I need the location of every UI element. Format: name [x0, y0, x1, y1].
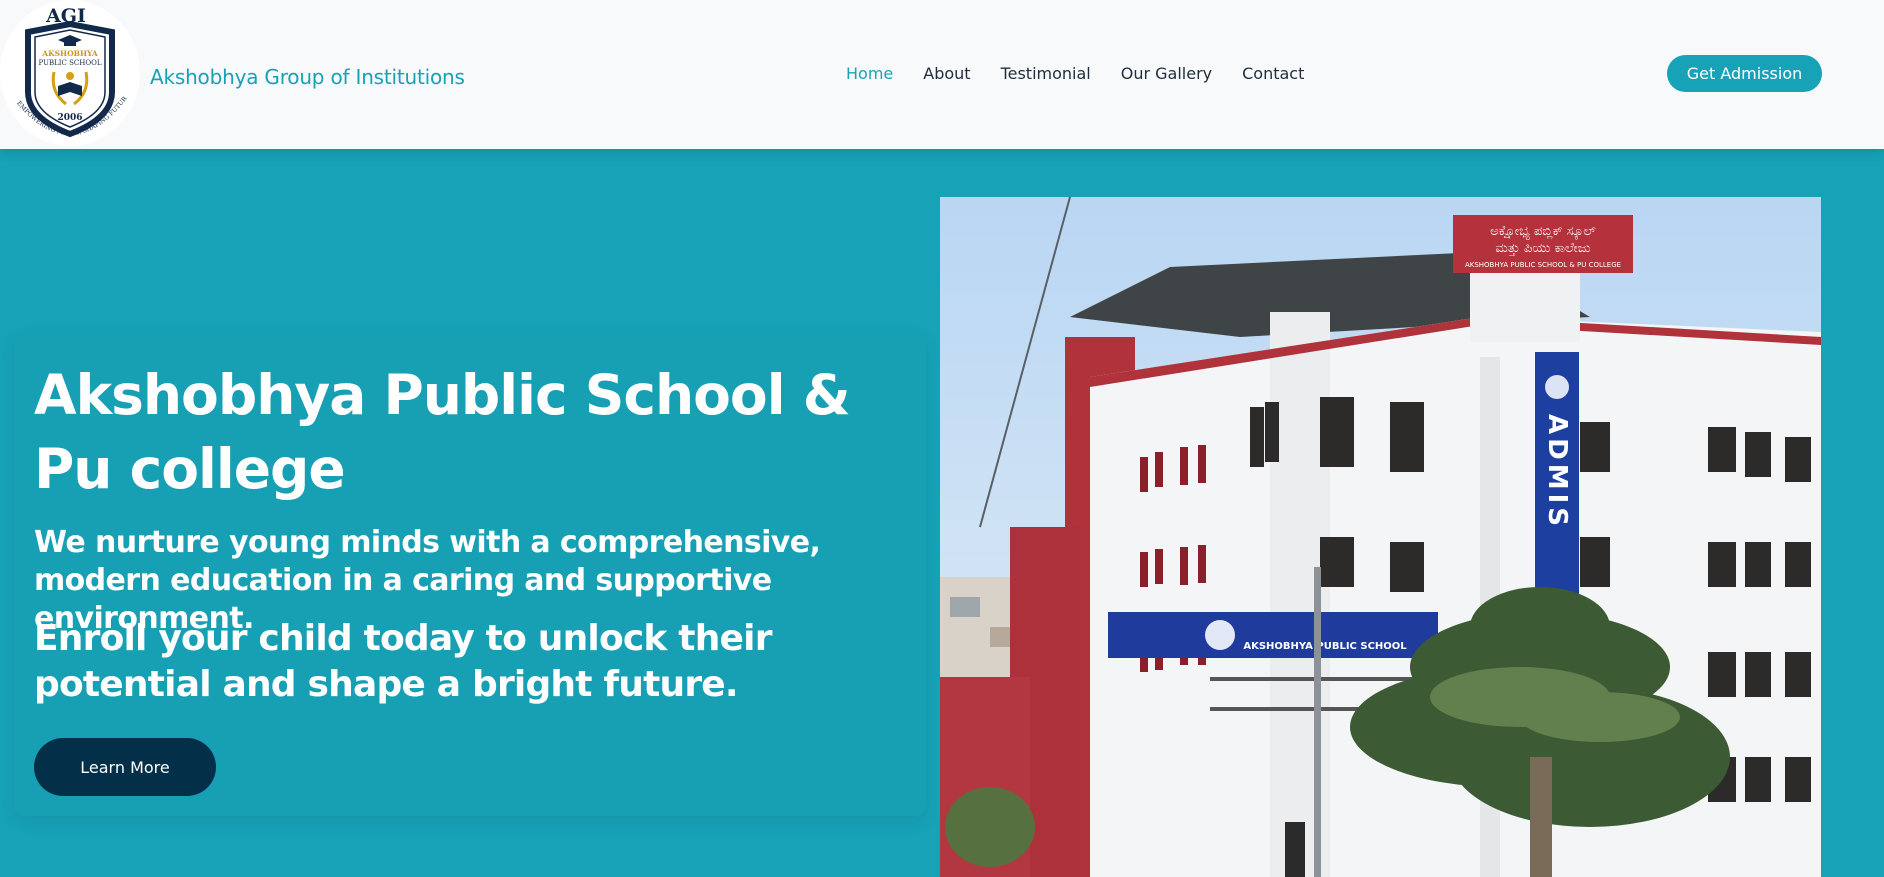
- nav-home[interactable]: Home: [846, 64, 893, 83]
- site-header: AGI AKSHOBHYA PUBLIC SCHOOL 2006 EMPOWER…: [0, 0, 1884, 149]
- hero-tagline: Enroll your child today to unlock their …: [34, 618, 772, 705]
- nav-our-gallery[interactable]: Our Gallery: [1121, 64, 1212, 83]
- vertical-admission-banner: ADMIS: [1542, 414, 1572, 530]
- logo-year: 2006: [57, 113, 82, 123]
- main-nav: Home About Testimonial Our Gallery Conta…: [846, 64, 1334, 83]
- learn-more-button[interactable]: Learn More: [34, 738, 216, 796]
- front-banner-text: AKSHOBHYA PUBLIC SCHOOL: [1243, 641, 1407, 652]
- get-admission-button[interactable]: Get Admission: [1667, 55, 1822, 92]
- crest-icon: AGI AKSHOBHYA PUBLIC SCHOOL 2006 EMPOWER…: [0, 0, 139, 142]
- school-logo[interactable]: AGI AKSHOBHYA PUBLIC SCHOOL 2006 EMPOWER…: [0, 0, 140, 146]
- logo-school-line2: PUBLIC SCHOOL: [38, 59, 101, 67]
- nav-testimonial[interactable]: Testimonial: [1001, 64, 1091, 83]
- logo-acronym: AGI: [45, 5, 86, 27]
- logo-school-line1: AKSHOBHYA: [41, 49, 98, 58]
- rooftop-sign-kannada-1: ಅಕ್ಷೋಭ್ಯ ಪಬ್ಲಿಕ್ ಸ್ಕೂಲ್: [1490, 224, 1596, 240]
- rooftop-sign-kannada-2: ಮತ್ತು ಪಿಯು ಕಾಲೇಜು: [1495, 241, 1590, 256]
- hero-title: Akshobhya Public School & Pu college: [34, 363, 851, 501]
- nav-about[interactable]: About: [923, 64, 970, 83]
- brand-name[interactable]: Akshobhya Group of Institutions: [150, 65, 465, 89]
- rooftop-sign-english: AKSHOBHYA PUBLIC SCHOOL & PU COLLEGE: [1465, 261, 1621, 269]
- nav-contact[interactable]: Contact: [1242, 64, 1304, 83]
- school-building-photo: ಅಕ್ಷೋಭ್ಯ ಪಬ್ಲಿಕ್ ಸ್ಕೂಲ್ ಮತ್ತು ಪಿಯು ಕಾಲೇಜ…: [940, 197, 1821, 877]
